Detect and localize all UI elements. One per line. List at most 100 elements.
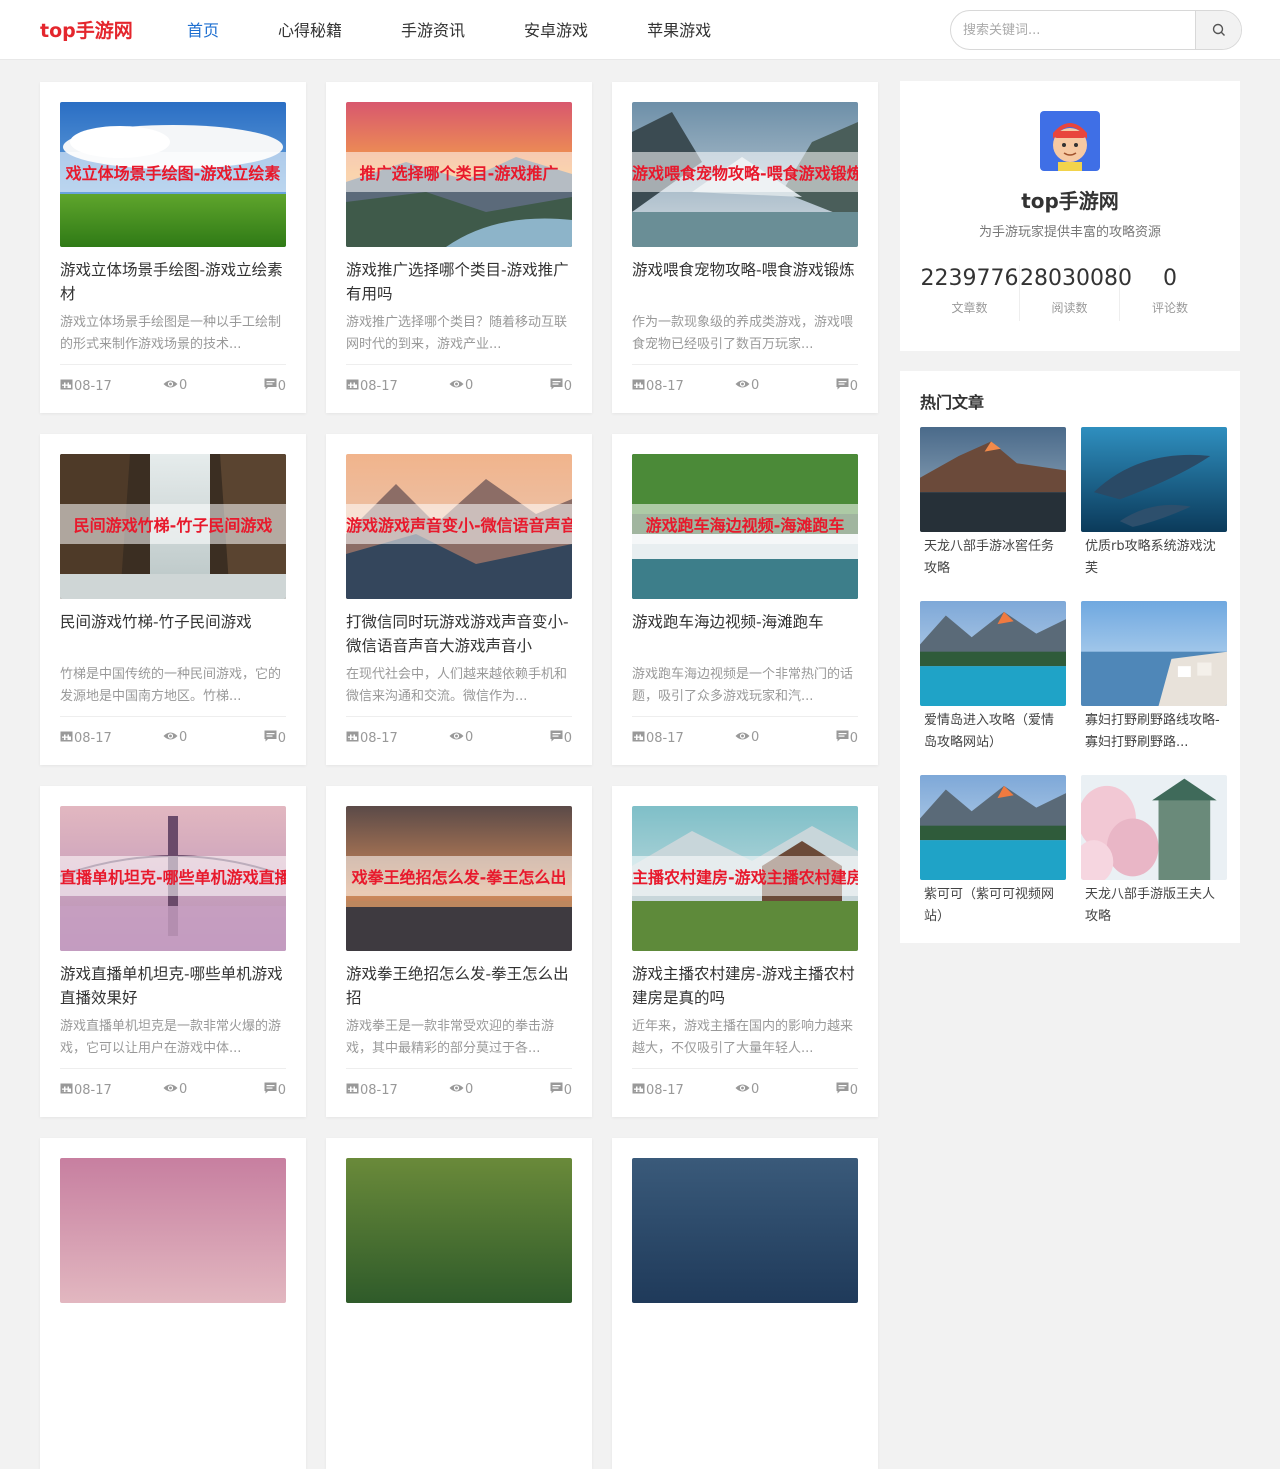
article-thumbnail[interactable]: 游戏游戏声音变小-微信语音声音 <box>346 454 572 599</box>
nav-item-android[interactable]: 安卓游戏 <box>504 0 588 60</box>
article-card[interactable] <box>612 1138 878 1469</box>
article-card[interactable]: 直播单机坦克-哪些单机游戏直播效 游戏直播单机坦克-哪些单机游戏直播效果好 游戏… <box>40 786 306 1117</box>
article-card[interactable]: 推广选择哪个类目-游戏推广 游戏推广选择哪个类目-游戏推广有用吗 游戏推广选择哪… <box>326 82 592 413</box>
article-card[interactable]: 民间游戏竹梯-竹子民间游戏 民间游戏竹梯-竹子民间游戏 竹梯是中国传统的一种民间… <box>40 434 306 765</box>
article-title[interactable]: 游戏直播单机坦克-哪些单机游戏直播效果好 <box>60 962 286 1010</box>
article-title[interactable]: 游戏主播农村建房-游戏主播农村建房是真的吗 <box>632 962 858 1010</box>
calendar-icon <box>632 378 645 394</box>
article-comments: 0 <box>836 730 858 746</box>
nav-item-tips[interactable]: 心得秘籍 <box>258 0 342 60</box>
date-text: 08-17 <box>74 730 112 746</box>
article-title[interactable]: 游戏跑车海边视频-海滩跑车 <box>632 610 858 658</box>
article-thumbnail[interactable]: 推广选择哪个类目-游戏推广 <box>346 102 572 247</box>
hot-article-thumbnail[interactable] <box>1081 775 1227 880</box>
nav-item-ios[interactable]: 苹果游戏 <box>627 0 711 60</box>
hot-article-thumbnail[interactable] <box>920 427 1066 532</box>
avatar[interactable] <box>1040 111 1100 171</box>
article-thumbnail[interactable]: 游戏跑车海边视频-海滩跑车 <box>632 454 858 599</box>
article-thumbnail[interactable]: 直播单机坦克-哪些单机游戏直播效 <box>60 806 286 951</box>
comment-icon <box>264 730 277 746</box>
hot-article-item[interactable]: 爱情岛进入攻略（爱情岛攻略网站） <box>920 601 1066 756</box>
article-date: 08-17 <box>632 378 684 394</box>
article-thumbnail[interactable]: 戏拳王绝招怎么发-拳王怎么出 <box>346 806 572 951</box>
search-input[interactable] <box>951 11 1197 49</box>
article-card[interactable]: 游戏游戏声音变小-微信语音声音 打微信同时玩游戏游戏声音变小-微信语音声音大游戏… <box>326 434 592 765</box>
article-title[interactable]: 游戏立体场景手绘图-游戏立绘素材 <box>60 258 286 306</box>
article-title[interactable]: 民间游戏竹梯-竹子民间游戏 <box>60 610 286 658</box>
article-excerpt: 在现代社会中，人们越来越依赖手机和微信来沟通和交流。微信作为... <box>346 667 568 704</box>
hot-article-thumbnail[interactable] <box>920 775 1066 880</box>
article-meta: 08-17 0 0 <box>346 1068 572 1100</box>
views-count: 0 <box>179 378 188 393</box>
nav-item-home[interactable]: 首页 <box>167 0 219 60</box>
nav-item-news[interactable]: 手游资讯 <box>381 0 465 60</box>
hot-article-title[interactable]: 天龙八部手游版王夫人攻略 <box>1081 880 1227 930</box>
article-views: 0 <box>163 1082 187 1097</box>
hot-article-title[interactable]: 寡妇打野刷野路线攻略-寡妇打野刷野路... <box>1081 706 1227 756</box>
article-thumbnail[interactable] <box>346 1158 572 1303</box>
article-views: 0 <box>449 378 473 393</box>
article-views: 0 <box>163 730 187 745</box>
search-button[interactable] <box>1195 11 1241 49</box>
hot-article-title[interactable]: 天龙八部手游冰窖任务攻略 <box>920 532 1066 582</box>
article-meta: 08-17 0 0 <box>632 1068 858 1100</box>
calendar-icon <box>60 1082 73 1098</box>
hot-articles-panel: 热门文章 天龙八部手游冰窖任务攻略 优质rb攻略系统游戏沈芙 爱情岛进入攻略（爱… <box>900 371 1240 943</box>
hot-article-title[interactable]: 紫可可（紫可可视频网站） <box>920 880 1066 930</box>
hot-article-title[interactable]: 优质rb攻略系统游戏沈芙 <box>1081 532 1227 582</box>
site-logo[interactable]: top手游网 <box>40 16 133 43</box>
article-thumbnail[interactable]: 主播农村建房-游戏主播农村建房是 <box>632 806 858 951</box>
comment-icon <box>836 378 849 394</box>
article-card[interactable]: 游戏跑车海边视频-海滩跑车 游戏跑车海边视频-海滩跑车 游戏跑车海边视频是一个非… <box>612 434 878 765</box>
article-card[interactable] <box>326 1138 592 1469</box>
article-title[interactable]: 打微信同时玩游戏游戏声音变小-微信语音声音大游戏声音小 <box>346 610 572 658</box>
article-meta: 08-17 0 0 <box>346 364 572 396</box>
hot-article-thumbnail[interactable] <box>1081 601 1227 706</box>
article-title[interactable]: 游戏推广选择哪个类目-游戏推广有用吗 <box>346 258 572 306</box>
comments-count: 0 <box>277 1082 286 1098</box>
comments-count: 0 <box>563 1082 572 1098</box>
hot-article-thumbnail[interactable] <box>1081 427 1227 532</box>
article-thumbnail[interactable] <box>60 1158 286 1303</box>
article-thumbnail[interactable] <box>632 1158 858 1303</box>
eye-icon <box>449 1082 464 1097</box>
article-thumbnail[interactable]: 游戏喂食宠物攻略-喂食游戏锻炼 <box>632 102 858 247</box>
hot-article-title[interactable]: 爱情岛进入攻略（爱情岛攻略网站） <box>920 706 1066 756</box>
article-meta: 08-17 0 0 <box>60 364 286 396</box>
thumbnail-caption: 推广选择哪个类目-游戏推广 <box>359 164 559 183</box>
hot-article-item[interactable]: 天龙八部手游版王夫人攻略 <box>1081 775 1227 930</box>
article-card[interactable]: 戏拳王绝招怎么发-拳王怎么出 游戏拳王绝招怎么发-拳王怎么出招 游戏拳王是一款非… <box>326 786 592 1117</box>
article-title[interactable]: 游戏喂食宠物攻略-喂食游戏锻炼 <box>632 258 858 306</box>
hot-article-item[interactable]: 寡妇打野刷野路线攻略-寡妇打野刷野路... <box>1081 601 1227 756</box>
hot-article-thumbnail[interactable] <box>920 601 1066 706</box>
date-text: 08-17 <box>646 1082 684 1098</box>
article-card[interactable] <box>40 1138 306 1469</box>
main-nav: 首页 心得秘籍 手游资讯 安卓游戏 苹果游戏 <box>167 0 750 60</box>
article-thumbnail[interactable]: 戏立体场景手绘图-游戏立绘素 <box>60 102 286 247</box>
article-card[interactable]: 游戏喂食宠物攻略-喂食游戏锻炼 游戏喂食宠物攻略-喂食游戏锻炼 作为一款现象级的… <box>612 82 878 413</box>
comments-count: 0 <box>849 1082 858 1098</box>
comment-icon <box>550 730 563 746</box>
article-views: 0 <box>449 730 473 745</box>
profile-card: top手游网 为手游玩家提供丰富的攻略资源 2239776 文章数 280300… <box>900 81 1240 351</box>
article-card[interactable]: 主播农村建房-游戏主播农村建房是 游戏主播农村建房-游戏主播农村建房是真的吗 近… <box>612 786 878 1117</box>
article-title[interactable]: 游戏拳王绝招怎么发-拳王怎么出招 <box>346 962 572 1010</box>
hot-article-item[interactable]: 紫可可（紫可可视频网站） <box>920 775 1066 930</box>
eye-icon <box>735 378 750 393</box>
stat-label: 文章数 <box>951 301 988 315</box>
article-thumbnail[interactable]: 民间游戏竹梯-竹子民间游戏 <box>60 454 286 599</box>
hot-article-item[interactable]: 天龙八部手游冰窖任务攻略 <box>920 427 1066 582</box>
calendar-icon <box>346 730 359 746</box>
article-card[interactable]: 戏立体场景手绘图-游戏立绘素 游戏立体场景手绘图-游戏立绘素材 游戏立体场景手绘… <box>40 82 306 413</box>
article-date: 08-17 <box>346 378 398 394</box>
stat-value: 28030080 <box>1020 266 1132 291</box>
article-views: 0 <box>735 730 759 745</box>
thumbnail-caption: 游戏跑车海边视频-海滩跑车 <box>645 516 845 535</box>
article-meta: 08-17 0 0 <box>632 364 858 396</box>
article-excerpt: 竹梯是中国传统的一种民间游戏，它的发源地是中国南方地区。竹梯... <box>60 667 282 704</box>
hot-article-item[interactable]: 优质rb攻略系统游戏沈芙 <box>1081 427 1227 582</box>
article-excerpt: 作为一款现象级的养成类游戏，游戏喂食宠物已经吸引了数百万玩家... <box>632 315 854 352</box>
thumbnail-caption: 直播单机坦克-哪些单机游戏直播效 <box>60 868 286 887</box>
article-meta: 08-17 0 0 <box>346 716 572 748</box>
search-icon <box>1212 23 1225 36</box>
